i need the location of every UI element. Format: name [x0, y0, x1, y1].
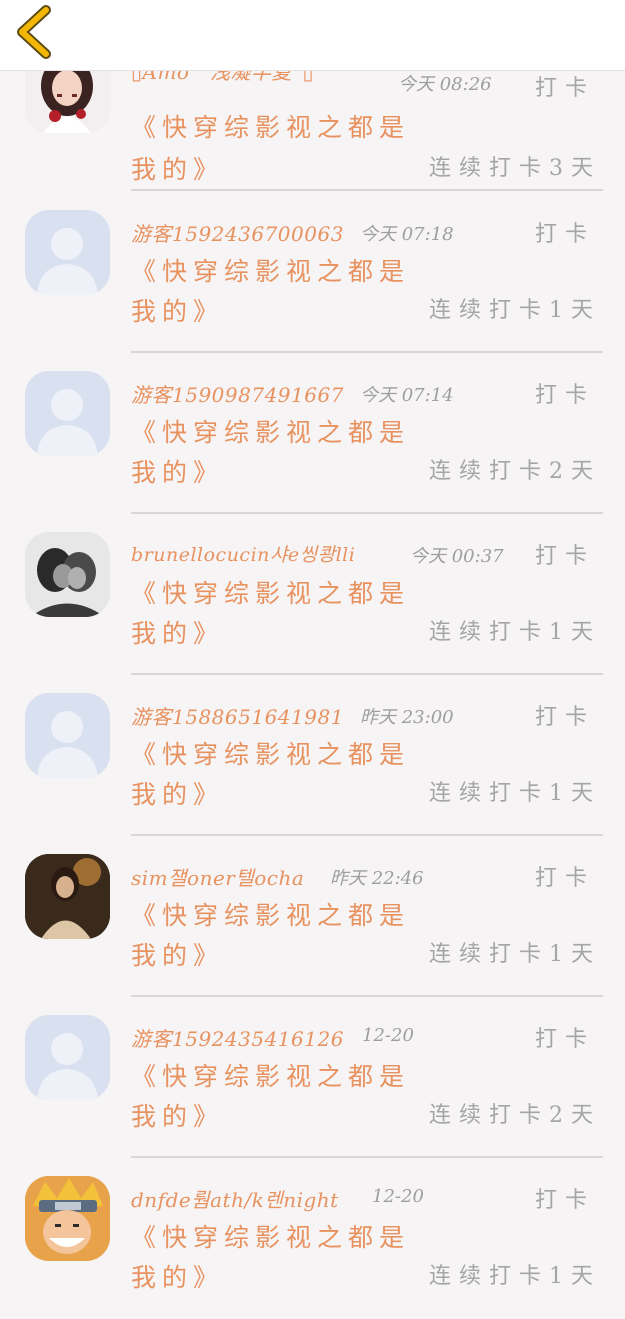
book-title-line2[interactable]: 我的》	[131, 150, 224, 186]
avatar[interactable]	[25, 371, 110, 456]
book-title-line2[interactable]: 我的》	[131, 1258, 224, 1294]
list-item[interactable]: 游客1588651641981 昨天 23:00 打卡 《快穿综影视之都是 我的…	[0, 675, 625, 836]
avatar[interactable]	[25, 210, 110, 295]
book-title-line2[interactable]: 我的》	[131, 775, 224, 811]
checkin-label: 打卡	[534, 76, 595, 101]
book-title-line1[interactable]: 《快穿综影视之都是	[131, 574, 410, 610]
avatar[interactable]	[25, 1176, 110, 1261]
checkin-label: 打卡	[534, 866, 595, 891]
checkin-time: 今天 08:26	[398, 74, 492, 95]
book-title-line1[interactable]: 《快穿综影视之都是	[131, 252, 410, 288]
checkin-label: 打卡	[534, 705, 595, 730]
book-title-line2[interactable]: 我的》	[131, 453, 224, 489]
avatar[interactable]	[25, 532, 110, 617]
checkin-label: 打卡	[534, 1188, 595, 1213]
streak-label: 连续打卡1天	[429, 620, 601, 645]
list-item[interactable]: 游客1590987491667 今天 07:14 打卡 《快穿综影视之都是 我的…	[0, 353, 625, 514]
checkin-label: 打卡	[534, 222, 595, 247]
avatar[interactable]	[25, 854, 110, 939]
streak-label: 连续打卡1天	[429, 781, 601, 806]
user-name[interactable]: dnfde뤔ath/k렌night	[131, 1184, 339, 1213]
list-item[interactable]: brunellocucin샤e씽쾅lli 今天 00:37 打卡 《快穿综影视之…	[0, 514, 625, 675]
user-name[interactable]: brunellocucin샤e씽쾅lli	[131, 540, 355, 567]
book-title-line1[interactable]: 《快穿综影视之都是	[131, 735, 410, 771]
checkin-time: 今天 07:18	[360, 224, 454, 245]
top-bar	[0, 0, 625, 71]
book-title-line2[interactable]: 我的》	[131, 614, 224, 650]
checkin-time: 昨天 23:00	[360, 707, 454, 728]
checkin-time: 12-20	[372, 1186, 424, 1207]
book-title-line1[interactable]: 《快穿综影视之都是	[131, 1057, 410, 1093]
checkin-time: 12-20	[362, 1025, 414, 1046]
list-item[interactable]: sim잴oner텔ocha 昨天 22:46 打卡 《快穿综影视之都是 我的》 …	[0, 836, 625, 997]
list-item[interactable]: dnfde뤔ath/k렌night 12-20 打卡 《快穿综影视之都是 我的》…	[0, 1158, 625, 1319]
streak-label: 连续打卡1天	[429, 1264, 601, 1289]
book-title-line2[interactable]: 我的》	[131, 936, 224, 972]
book-title-line1[interactable]: 《快穿综影视之都是	[131, 1218, 410, 1254]
chevron-left-icon	[12, 4, 58, 60]
avatar[interactable]	[25, 693, 110, 778]
list-item[interactable]: 游客1592436700063 今天 07:18 打卡 《快穿综影视之都是 我的…	[0, 192, 625, 353]
checkin-label: 打卡	[534, 383, 595, 408]
divider	[131, 189, 603, 191]
checkin-label: 打卡	[534, 1027, 595, 1052]
book-title-line2[interactable]: 我的》	[131, 1097, 224, 1133]
streak-label: 连续打卡1天	[429, 298, 601, 323]
checkin-label: 打卡	[534, 544, 595, 569]
user-name[interactable]: 游客1592435416126	[131, 1023, 344, 1052]
streak-label: 连续打卡1天	[429, 942, 601, 967]
checkin-list[interactable]: ▯Amo 浅凝半夏ˇ▯ 今天 08:26 打卡 《快穿综影视之都是 我的》 连续…	[0, 0, 625, 1292]
list-item[interactable]: 游客1592435416126 12-20 打卡 《快穿综影视之都是 我的》 连…	[0, 997, 625, 1158]
user-name[interactable]: 游客1592436700063	[131, 218, 344, 247]
checkin-time: 今天 07:14	[360, 385, 454, 406]
checkin-time: 今天 00:37	[410, 546, 504, 567]
book-title-line1[interactable]: 《快穿综影视之都是	[131, 413, 410, 449]
streak-label: 连续打卡3天	[429, 156, 601, 181]
streak-label: 连续打卡2天	[429, 1103, 601, 1128]
avatar[interactable]	[25, 1015, 110, 1100]
book-title-line1[interactable]: 《快穿综影视之都是	[131, 108, 410, 144]
back-button[interactable]	[12, 4, 58, 60]
user-name[interactable]: sim잴oner텔ocha	[131, 862, 304, 891]
user-name[interactable]: 游客1588651641981	[131, 701, 344, 730]
streak-label: 连续打卡2天	[429, 459, 601, 484]
book-title-line1[interactable]: 《快穿综影视之都是	[131, 896, 410, 932]
user-name[interactable]: 游客1590987491667	[131, 379, 344, 408]
book-title-line2[interactable]: 我的》	[131, 292, 224, 328]
checkin-time: 昨天 22:46	[330, 868, 424, 889]
